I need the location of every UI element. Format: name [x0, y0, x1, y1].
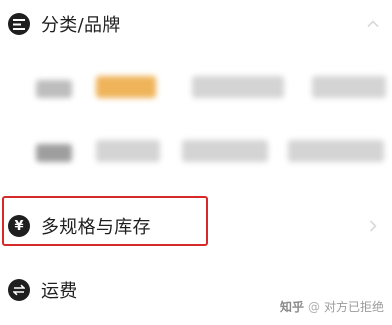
watermark: 知乎 @ 对方已拒绝: [280, 298, 384, 315]
blurred-option[interactable]: [182, 140, 268, 162]
watermark-separator: @: [307, 299, 320, 314]
category-options-blurred: [0, 60, 392, 180]
blurred-option[interactable]: [288, 140, 384, 162]
chevron-up-icon[interactable]: [366, 17, 380, 31]
screen: 分类/品牌 ¥ 多规格与库存 运费 知乎 @ 对方已拒绝: [0, 0, 392, 325]
watermark-author: 对方已拒绝: [323, 300, 384, 314]
blurred-label: [36, 144, 72, 162]
section-label-shipping: 运费: [41, 281, 78, 302]
watermark-brand: 知乎: [279, 300, 304, 314]
blurred-option[interactable]: [312, 76, 386, 98]
blurred-option[interactable]: [192, 76, 284, 98]
section-category-brand[interactable]: 分类/品牌: [0, 4, 392, 44]
list-filter-icon: [8, 13, 30, 35]
blurred-label: [36, 80, 72, 98]
blurred-option[interactable]: [96, 140, 160, 162]
blurred-option-selected[interactable]: [96, 76, 156, 98]
highlight-annotation-box: [2, 196, 208, 246]
section-label-category-brand: 分类/品牌: [41, 15, 121, 36]
chevron-right-icon[interactable]: [366, 219, 380, 233]
shipping-exchange-icon: [8, 279, 30, 301]
